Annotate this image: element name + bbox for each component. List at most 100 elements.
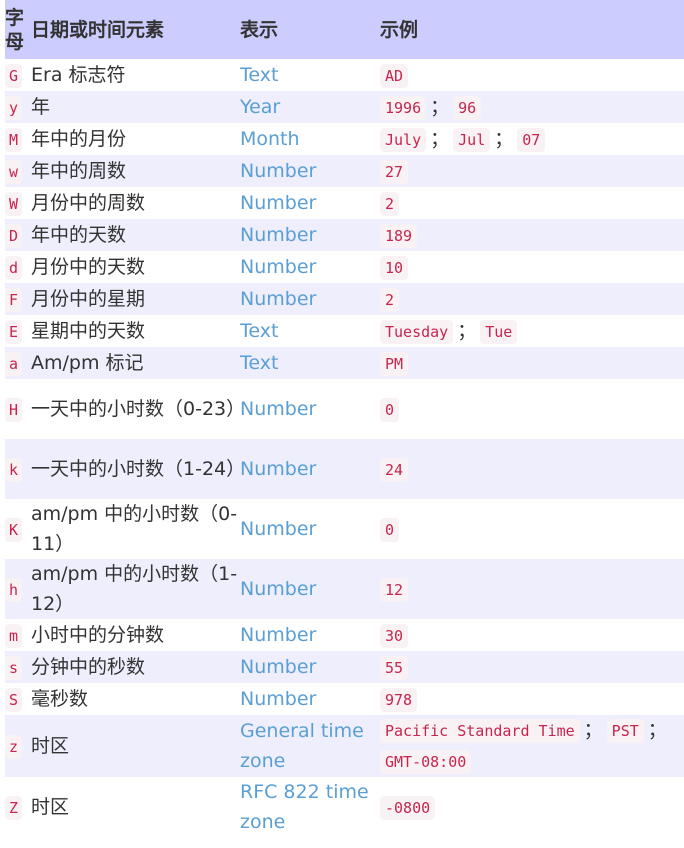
cell-element: 小时中的分钟数 bbox=[31, 619, 240, 651]
table-header-row: 字母 日期或时间元素 表示 示例 bbox=[5, 0, 684, 59]
cell-element: am/pm 中的小时数（1-12） bbox=[31, 559, 240, 619]
example-separator: ； bbox=[430, 127, 450, 150]
pattern-letter: s bbox=[5, 656, 23, 680]
cell-representation: Text bbox=[240, 59, 380, 91]
cell-letter: m bbox=[5, 619, 31, 651]
pattern-letter: k bbox=[5, 458, 23, 482]
table-row: k 一天中的小时数（1-24） Number 24 bbox=[5, 439, 684, 499]
cell-examples: 55 bbox=[380, 651, 684, 683]
cell-element: am/pm 中的小时数（0-11） bbox=[31, 499, 240, 559]
cell-letter: z bbox=[5, 715, 31, 777]
example-code: 1996 bbox=[380, 95, 427, 120]
example-code: 24 bbox=[380, 457, 409, 482]
cell-representation: Text bbox=[240, 347, 380, 379]
example-code: 07 bbox=[517, 127, 546, 152]
table-row: m 小时中的分钟数 Number 30 bbox=[5, 619, 684, 651]
cell-element: 一天中的小时数（1-24） bbox=[31, 439, 245, 499]
cell-element: 时区 bbox=[31, 715, 240, 777]
cell-letter: F bbox=[5, 283, 31, 315]
cell-letter: E bbox=[5, 315, 31, 347]
cell-representation: Number bbox=[240, 439, 380, 499]
table-row: F 月份中的星期 Number 2 bbox=[5, 283, 684, 315]
example-code: Tue bbox=[480, 319, 518, 344]
cell-examples: July； Jul； 07 bbox=[380, 123, 684, 155]
cell-letter: k bbox=[5, 439, 31, 499]
cell-element: 月份中的天数 bbox=[31, 251, 240, 283]
example-code: Pacific Standard Time bbox=[380, 719, 580, 743]
table-row: H 一天中的小时数（0-23） Number 0 bbox=[5, 379, 684, 439]
cell-representation: Month bbox=[240, 123, 380, 155]
table-row: h am/pm 中的小时数（1-12） Number 12 bbox=[5, 559, 684, 619]
pattern-letter: S bbox=[5, 688, 23, 712]
cell-examples: 1996； 96 bbox=[380, 91, 684, 123]
pattern-letter: H bbox=[5, 398, 23, 422]
cell-representation: Number bbox=[240, 379, 380, 439]
example-code: 96 bbox=[453, 95, 482, 120]
example-code: 30 bbox=[380, 623, 409, 648]
cell-letter: S bbox=[5, 683, 31, 715]
cell-examples: AD bbox=[380, 59, 684, 91]
cell-letter: w bbox=[5, 155, 31, 187]
cell-examples: 30 bbox=[380, 619, 684, 651]
pattern-letter: K bbox=[5, 518, 23, 542]
pattern-letter: W bbox=[5, 192, 23, 216]
cell-representation: Number bbox=[240, 219, 380, 251]
table-row: w 年中的周数 Number 27 bbox=[5, 155, 684, 187]
table-row: E 星期中的天数 Text Tuesday； Tue bbox=[5, 315, 684, 347]
pattern-letter: a bbox=[5, 352, 23, 376]
cell-element: 年 bbox=[31, 91, 240, 123]
example-code: Tuesday bbox=[380, 319, 454, 344]
cell-examples: 189 bbox=[380, 219, 684, 251]
example-code: 12 bbox=[380, 577, 409, 602]
cell-representation: Number bbox=[240, 187, 380, 219]
cell-examples: PM bbox=[380, 347, 684, 379]
header-representation: 表示 bbox=[240, 0, 380, 59]
pattern-letter: m bbox=[5, 624, 23, 648]
table-row: G Era 标志符 Text AD bbox=[5, 59, 684, 91]
example-code: GMT-08:00 bbox=[380, 750, 472, 774]
example-code: Jul bbox=[453, 127, 491, 152]
cell-examples: 0 bbox=[380, 379, 684, 439]
table-row: W 月份中的周数 Number 2 bbox=[5, 187, 684, 219]
example-separator: ； bbox=[494, 127, 514, 150]
table-row: z 时区 General time zone Pacific Standard Tim… bbox=[5, 715, 684, 777]
cell-examples: 2 bbox=[380, 283, 684, 315]
header-letter: 字母 bbox=[5, 0, 31, 59]
example-code: 2 bbox=[380, 287, 400, 312]
header-example: 示例 bbox=[380, 0, 684, 59]
cell-examples: -0800 bbox=[380, 777, 684, 837]
pattern-letter: F bbox=[5, 288, 23, 312]
pattern-letter: D bbox=[5, 224, 23, 248]
cell-element: Era 标志符 bbox=[31, 59, 240, 91]
cell-element: 月份中的周数 bbox=[31, 187, 240, 219]
cell-letter: D bbox=[5, 219, 31, 251]
example-separator: ； bbox=[457, 319, 477, 342]
table-body: G Era 标志符 Text AD y 年 Year 1996； 96 M 年中的月份 Month Ju… bbox=[5, 59, 684, 837]
example-code: PST bbox=[606, 719, 644, 743]
cell-element: Am/pm 标记 bbox=[31, 347, 240, 379]
cell-examples: 27 bbox=[380, 155, 684, 187]
cell-element: 星期中的天数 bbox=[31, 315, 240, 347]
date-format-table: 字母 日期或时间元素 表示 示例 G Era 标志符 Text AD y 年 Year 199… bbox=[5, 0, 684, 837]
pattern-letter: Z bbox=[5, 796, 23, 820]
table-row: a Am/pm 标记 Text PM bbox=[5, 347, 684, 379]
cell-representation: Number bbox=[240, 559, 380, 619]
cell-element: 时区 bbox=[31, 777, 240, 837]
pattern-letter: G bbox=[5, 64, 23, 88]
example-code: 2 bbox=[380, 191, 400, 216]
cell-element: 年中的月份 bbox=[31, 123, 240, 155]
cell-representation: Number bbox=[240, 683, 380, 715]
example-code: 10 bbox=[380, 255, 409, 280]
cell-representation: Number bbox=[240, 619, 380, 651]
pattern-letter: E bbox=[5, 320, 23, 344]
cell-representation: Number bbox=[240, 499, 380, 559]
cell-representation: Number bbox=[240, 283, 380, 315]
cell-letter: H bbox=[5, 379, 31, 439]
header-element: 日期或时间元素 bbox=[31, 0, 240, 59]
table-row: Kam/pm 中的小时数（0-11） Number 0 bbox=[5, 499, 684, 559]
pattern-letter: w bbox=[5, 160, 23, 184]
cell-element: 年中的周数 bbox=[31, 155, 240, 187]
cell-examples: Pacific Standard Time； PST ；GMT-08:00 bbox=[380, 715, 684, 777]
cell-examples: 2 bbox=[380, 187, 684, 219]
cell-examples: Tuesday； Tue bbox=[380, 315, 684, 347]
